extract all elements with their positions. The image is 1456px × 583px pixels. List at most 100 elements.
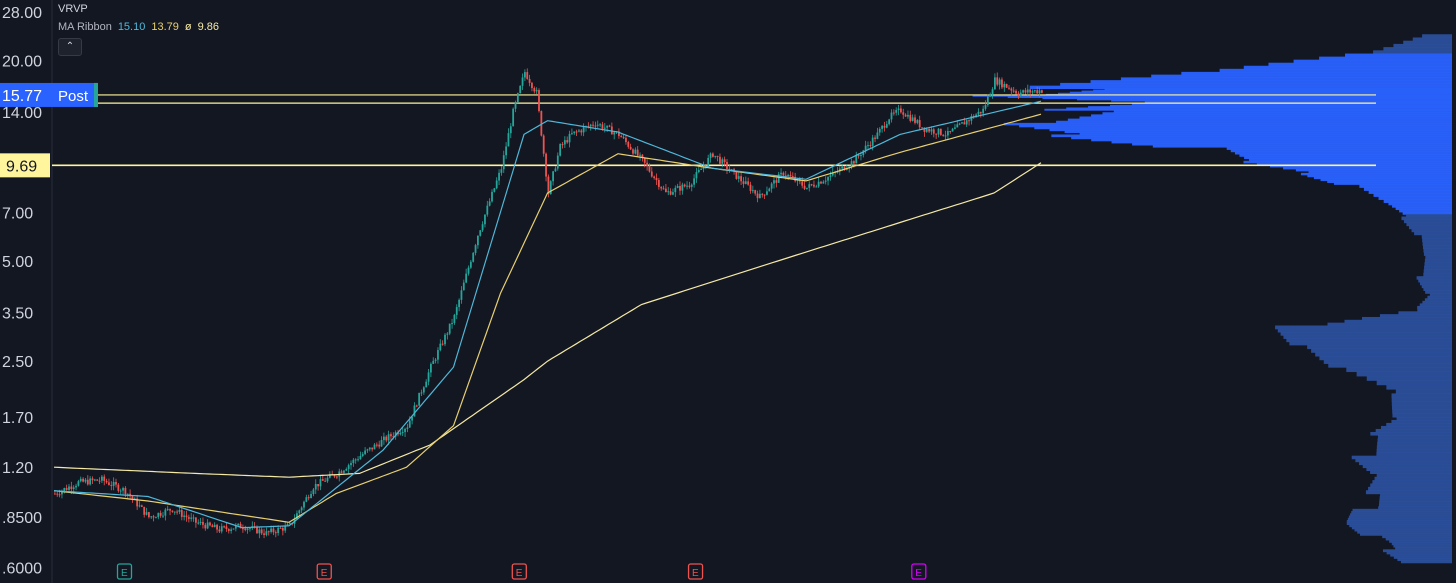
candle-down — [371, 447, 374, 450]
candle-up — [361, 454, 364, 456]
volume-profile-bar — [1377, 438, 1452, 443]
candle-down — [176, 511, 178, 513]
candle-down — [1017, 93, 1020, 96]
candle-down — [204, 524, 207, 529]
candle-up — [364, 450, 366, 455]
candle-down — [935, 133, 938, 135]
candle-down — [1010, 88, 1013, 91]
candle-down — [91, 478, 94, 481]
candle-down — [533, 88, 536, 92]
candle-down — [712, 153, 714, 157]
post-price-value: 15.77 — [2, 88, 42, 105]
candle-down — [1012, 90, 1015, 92]
candle-up — [606, 125, 609, 128]
candle-up — [559, 144, 562, 156]
candle-up — [430, 363, 432, 373]
candle-up — [157, 512, 160, 518]
candle-down — [152, 516, 155, 518]
candle-up — [422, 387, 425, 393]
candle-up — [126, 493, 129, 495]
volume-profile-bar — [1391, 405, 1452, 410]
candle-down — [124, 487, 127, 495]
candle-up — [232, 528, 235, 530]
candle-up — [930, 129, 933, 132]
candle-up — [556, 155, 559, 169]
volume-profile-bar — [1366, 375, 1452, 381]
candle-up — [888, 119, 891, 125]
candle-up — [1019, 92, 1022, 96]
candle-down — [385, 436, 388, 441]
candle-down — [740, 176, 742, 182]
candle-down — [70, 486, 73, 490]
candle-up — [911, 117, 914, 121]
candle-up — [519, 85, 522, 94]
candle-up — [343, 470, 345, 473]
candle-up — [383, 436, 385, 441]
candle-down — [1001, 79, 1003, 88]
candle-down — [159, 512, 162, 516]
candle-up — [498, 172, 500, 181]
candle-up — [878, 128, 881, 133]
candle-down — [683, 184, 686, 187]
candle-up — [860, 155, 862, 157]
ma-ribbon-legend-row[interactable]: MA Ribbon 15.10 13.79 ø 9.86 — [58, 18, 219, 36]
candle-down — [949, 131, 952, 133]
candle-up — [79, 478, 82, 482]
candle-up — [954, 127, 956, 129]
candle-up — [406, 427, 409, 429]
candle-down — [82, 478, 84, 482]
candle-up — [998, 79, 1001, 85]
collapse-legend-button[interactable]: ⌃ — [58, 38, 82, 56]
candle-up — [599, 124, 601, 126]
price-chart[interactable]: 28.00 20.00 14.00 7.00 5.00 3.50 2.50 1.70 1.20.… — [0, 0, 1456, 583]
candle-up — [462, 282, 465, 291]
candle-up — [178, 510, 181, 512]
candle-up — [359, 455, 362, 460]
candle-up — [535, 90, 538, 92]
volume-profile-bar — [1424, 258, 1452, 263]
candle-up — [977, 111, 980, 115]
candle-up — [766, 191, 768, 195]
y-tick-label: .6000 — [2, 560, 42, 577]
candle-down — [545, 153, 547, 177]
candle-up — [387, 434, 390, 441]
volume-profile-bar — [1377, 441, 1452, 446]
y-tick-label: 1.20 — [2, 460, 33, 477]
candle-down — [636, 149, 639, 156]
volume-profile-bar — [1422, 238, 1452, 243]
volume-profile-bar — [1392, 412, 1452, 418]
candle-up — [667, 191, 670, 193]
candle-up — [1033, 90, 1036, 92]
volume-profile-bar — [1376, 445, 1452, 450]
candle-up — [589, 124, 592, 127]
candle-up — [676, 186, 679, 188]
vrvp-legend-row[interactable]: VRVP — [58, 0, 219, 18]
candle-up — [697, 169, 700, 173]
candle-down — [110, 484, 113, 486]
candle-up — [101, 476, 103, 481]
candle-down — [375, 444, 378, 446]
volume-profile-bar — [1346, 367, 1452, 373]
candle-down — [441, 343, 444, 345]
candle-up — [524, 72, 526, 78]
candle-up — [970, 115, 973, 121]
candle-up — [554, 168, 557, 172]
candle-up — [961, 122, 963, 124]
candle-up — [68, 486, 70, 490]
candle-down — [169, 508, 171, 511]
candle-up — [448, 323, 451, 334]
candle-up — [479, 230, 482, 236]
candle-up — [516, 93, 519, 103]
candle-down — [883, 125, 886, 128]
candle-up — [989, 94, 992, 97]
candle-up — [571, 133, 573, 135]
candle-up — [413, 405, 416, 417]
candle-up — [300, 507, 303, 511]
candle-up — [509, 126, 512, 134]
candle-up — [707, 157, 710, 166]
candle-up — [155, 517, 157, 519]
candle-down — [267, 531, 270, 533]
candle-up — [399, 432, 402, 435]
candle-up — [563, 140, 566, 145]
candle-down — [942, 134, 945, 136]
